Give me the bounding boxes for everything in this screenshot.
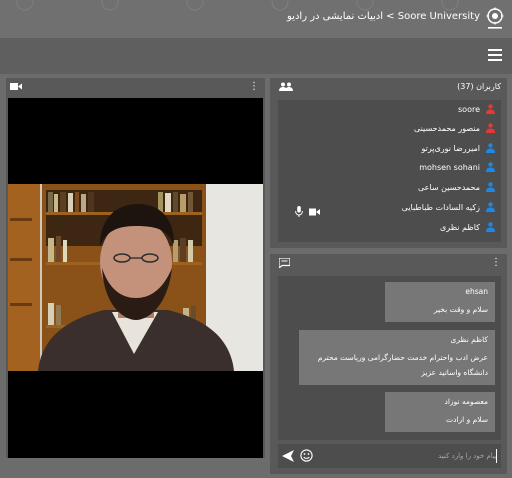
chat-composer [278, 444, 501, 468]
users-count: کاربران (37) [457, 82, 501, 91]
chat-message: کاظم نظری عرض ادب واحترام خدمت حضارگرامی… [299, 330, 495, 385]
user-name: mohsen sohani [419, 162, 480, 172]
users-panel: کاربران (37) soore منصور محمدحسینی امیرر… [270, 78, 507, 248]
user-list-item[interactable]: کاظم نظری [440, 218, 495, 236]
person-icon [486, 104, 495, 114]
person-icon [486, 123, 495, 133]
message-text: عرض ادب واحترام خدمت حضارگرامی وریاست مح… [317, 353, 488, 377]
user-name: امیررضا نوری‌پرتو [421, 143, 480, 153]
chat-message: ehsan سلام و وقت بخیر [385, 282, 495, 322]
chat-icon [279, 258, 290, 268]
video-panel-header: ⋮ [6, 78, 265, 96]
person-icon [486, 202, 495, 212]
more-vert-icon[interactable]: ⋮ [249, 81, 259, 93]
person-icon [486, 222, 495, 232]
videocam-icon [10, 83, 22, 90]
text-cursor [496, 449, 497, 463]
message-sender: معصومه نوزاد [444, 397, 488, 406]
user-list-item[interactable]: زکیه السادات طباطبایی [402, 198, 495, 216]
send-icon[interactable] [282, 450, 294, 462]
emoji-icon[interactable] [300, 449, 313, 462]
user-name: منصور محمدحسینی [413, 123, 480, 133]
user-list-item[interactable]: soore [458, 100, 495, 118]
message-sender: ehsan [465, 287, 488, 296]
chat-panel-header: ⋮ [270, 254, 507, 272]
user-media-status [295, 206, 320, 217]
chat-input[interactable] [319, 447, 497, 465]
toolbar [0, 38, 512, 74]
person-icon [486, 162, 495, 172]
videocam-icon[interactable] [309, 208, 320, 216]
message-text: سلام و ارادت [446, 415, 488, 424]
webcam-frame [8, 98, 263, 458]
user-list-item[interactable]: محمدحسین ساعی [418, 178, 495, 196]
user-list-item[interactable]: mohsen sohani [419, 158, 495, 176]
user-name: محمدحسین ساعی [418, 182, 480, 192]
more-vert-icon[interactable]: ⋮ [491, 257, 501, 269]
video-panel: ⋮ [6, 78, 265, 458]
person-icon [486, 143, 495, 153]
chat-messages: ehsan سلام و وقت بخیر کاظم نظری عرض ادب … [278, 276, 501, 440]
person-icon [486, 182, 495, 192]
video-stream[interactable] [8, 98, 263, 458]
user-name: soore [458, 104, 480, 114]
hamburger-menu-icon[interactable] [488, 49, 502, 61]
app-header: Soore University > ادبیات نمایشی در رادی… [0, 0, 512, 38]
users-panel-header: کاربران (37) [270, 78, 507, 96]
page-title: Soore University > ادبیات نمایشی در رادی… [287, 11, 480, 22]
user-list-item[interactable]: منصور محمدحسینی [414, 119, 495, 137]
microphone-icon[interactable] [295, 206, 303, 217]
user-name: کاظم نظری [440, 222, 480, 232]
user-list: soore منصور محمدحسینی امیررضا نوری‌پرتو … [278, 100, 501, 242]
university-seal-icon[interactable] [484, 7, 506, 31]
chat-panel: ⋮ ehsan سلام و وقت بخیر کاظم نظری عرض اد… [270, 254, 507, 474]
user-name: زکیه السادات طباطبایی [401, 202, 480, 212]
user-list-item[interactable]: امیررضا نوری‌پرتو [422, 139, 495, 157]
people-icon [279, 82, 293, 91]
message-sender: کاظم نظری [450, 335, 488, 344]
chat-message: معصومه نوزاد سلام و ارادت [385, 392, 495, 432]
message-text: سلام و وقت بخیر [433, 305, 488, 314]
